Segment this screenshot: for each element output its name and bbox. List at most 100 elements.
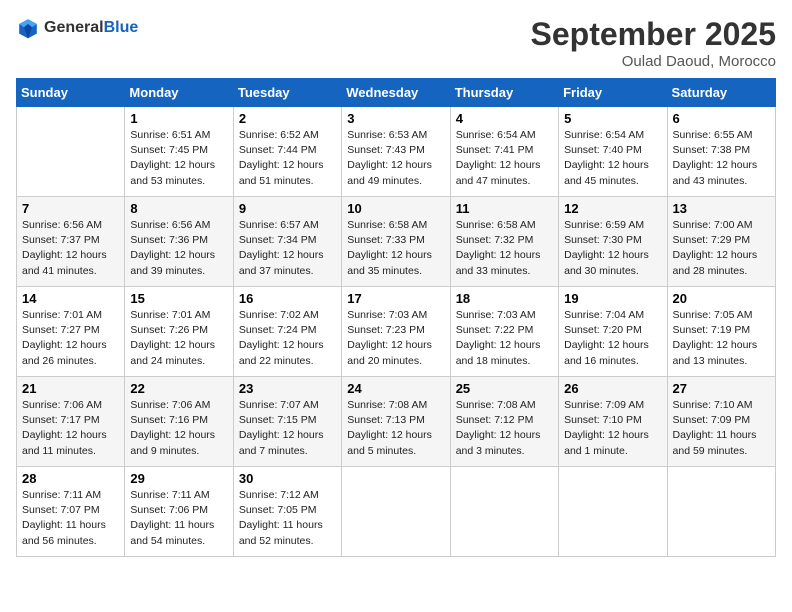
day-number: 16 — [239, 291, 336, 306]
day-number: 17 — [347, 291, 444, 306]
calendar-cell — [17, 107, 125, 197]
day-number: 4 — [456, 111, 553, 126]
day-number: 9 — [239, 201, 336, 216]
day-info: Sunrise: 7:07 AMSunset: 7:15 PMDaylight:… — [239, 398, 336, 459]
day-number: 20 — [673, 291, 770, 306]
day-info: Sunrise: 6:54 AMSunset: 7:41 PMDaylight:… — [456, 128, 553, 189]
day-number: 12 — [564, 201, 661, 216]
column-header-monday: Monday — [125, 79, 233, 107]
day-info: Sunrise: 6:58 AMSunset: 7:33 PMDaylight:… — [347, 218, 444, 279]
day-info: Sunrise: 7:11 AMSunset: 7:07 PMDaylight:… — [22, 488, 119, 549]
column-header-wednesday: Wednesday — [342, 79, 450, 107]
page-header: GeneralBlue September 2025 Oulad Daoud, … — [16, 16, 776, 70]
logo-icon — [16, 16, 40, 40]
logo-text: GeneralBlue — [44, 19, 138, 37]
day-info: Sunrise: 7:12 AMSunset: 7:05 PMDaylight:… — [239, 488, 336, 549]
day-info: Sunrise: 6:53 AMSunset: 7:43 PMDaylight:… — [347, 128, 444, 189]
day-info: Sunrise: 6:59 AMSunset: 7:30 PMDaylight:… — [564, 218, 661, 279]
calendar-cell: 24Sunrise: 7:08 AMSunset: 7:13 PMDayligh… — [342, 377, 450, 467]
day-number: 10 — [347, 201, 444, 216]
calendar-week-row: 21 Sunrise: 7:06 AMSunset: 7:17 PMDayligh… — [17, 377, 776, 467]
day-info: Sunrise: 6:51 AMSunset: 7:45 PMDaylight:… — [130, 128, 227, 189]
calendar-cell: 6Sunrise: 6:55 AMSunset: 7:38 PMDaylight… — [667, 107, 775, 197]
calendar-cell: 20 Sunrise: 7:05 AMSunset: 7:19 PMDayligh… — [667, 287, 775, 377]
calendar-week-row: 28 Sunrise: 7:11 AMSunset: 7:07 PMDayligh… — [17, 467, 776, 557]
calendar-cell: 29Sunrise: 7:11 AMSunset: 7:06 PMDayligh… — [125, 467, 233, 557]
column-header-sunday: Sunday — [17, 79, 125, 107]
calendar-cell: 3 Sunrise: 6:53 AMSunset: 7:43 PMDaylight… — [342, 107, 450, 197]
day-number: 13 — [673, 201, 770, 216]
calendar-cell: 27 Sunrise: 7:10 AMSunset: 7:09 PMDayligh… — [667, 377, 775, 467]
calendar-cell: 22 Sunrise: 7:06 AMSunset: 7:16 PMDayligh… — [125, 377, 233, 467]
day-info: Sunrise: 7:09 AMSunset: 7:10 PMDaylight:… — [564, 398, 661, 459]
day-number: 25 — [456, 381, 553, 396]
calendar-cell: 18Sunrise: 7:03 AMSunset: 7:22 PMDayligh… — [450, 287, 558, 377]
day-info: Sunrise: 6:57 AMSunset: 7:34 PMDaylight:… — [239, 218, 336, 279]
day-number: 3 — [347, 111, 444, 126]
day-info: Sunrise: 7:03 AMSunset: 7:23 PMDaylight:… — [347, 308, 444, 369]
day-number: 15 — [130, 291, 227, 306]
day-number: 28 — [22, 471, 119, 486]
day-info: Sunrise: 7:08 AMSunset: 7:13 PMDaylight:… — [347, 398, 444, 459]
calendar-cell: 30Sunrise: 7:12 AMSunset: 7:05 PMDayligh… — [233, 467, 341, 557]
calendar-cell: 13 Sunrise: 7:00 AMSunset: 7:29 PMDayligh… — [667, 197, 775, 287]
calendar-cell: 2 Sunrise: 6:52 AMSunset: 7:44 PMDaylight… — [233, 107, 341, 197]
calendar-table: SundayMondayTuesdayWednesdayThursdayFrid… — [16, 78, 776, 557]
calendar-week-row: 7Sunrise: 6:56 AMSunset: 7:37 PMDaylight… — [17, 197, 776, 287]
calendar-cell: 28 Sunrise: 7:11 AMSunset: 7:07 PMDayligh… — [17, 467, 125, 557]
day-info: Sunrise: 6:56 AMSunset: 7:36 PMDaylight:… — [130, 218, 227, 279]
column-header-tuesday: Tuesday — [233, 79, 341, 107]
calendar-header-row: SundayMondayTuesdayWednesdayThursdayFrid… — [17, 79, 776, 107]
day-number: 19 — [564, 291, 661, 306]
calendar-cell: 4 Sunrise: 6:54 AMSunset: 7:41 PMDaylight… — [450, 107, 558, 197]
day-info: Sunrise: 7:06 AMSunset: 7:16 PMDaylight:… — [130, 398, 227, 459]
day-info: Sunrise: 6:52 AMSunset: 7:44 PMDaylight:… — [239, 128, 336, 189]
day-info: Sunrise: 7:06 AMSunset: 7:17 PMDaylight:… — [22, 398, 119, 459]
day-number: 11 — [456, 201, 553, 216]
calendar-cell: 1 Sunrise: 6:51 AMSunset: 7:45 PMDaylight… — [125, 107, 233, 197]
month-title: September 2025 — [531, 16, 776, 53]
calendar-cell: 26 Sunrise: 7:09 AMSunset: 7:10 PMDayligh… — [559, 377, 667, 467]
logo-general: General — [44, 19, 104, 36]
day-number: 5 — [564, 111, 661, 126]
day-info: Sunrise: 7:11 AMSunset: 7:06 PMDaylight:… — [130, 488, 227, 549]
column-header-saturday: Saturday — [667, 79, 775, 107]
calendar-cell: 7Sunrise: 6:56 AMSunset: 7:37 PMDaylight… — [17, 197, 125, 287]
calendar-cell: 19Sunrise: 7:04 AMSunset: 7:20 PMDayligh… — [559, 287, 667, 377]
day-number: 21 — [22, 381, 119, 396]
logo-blue: Blue — [104, 19, 139, 36]
day-number: 1 — [130, 111, 227, 126]
calendar-week-row: 1 Sunrise: 6:51 AMSunset: 7:45 PMDaylight… — [17, 107, 776, 197]
calendar-cell: 14 Sunrise: 7:01 AMSunset: 7:27 PMDayligh… — [17, 287, 125, 377]
day-number: 22 — [130, 381, 227, 396]
calendar-week-row: 14 Sunrise: 7:01 AMSunset: 7:27 PMDayligh… — [17, 287, 776, 377]
day-info: Sunrise: 7:02 AMSunset: 7:24 PMDaylight:… — [239, 308, 336, 369]
day-info: Sunrise: 7:00 AMSunset: 7:29 PMDaylight:… — [673, 218, 770, 279]
day-info: Sunrise: 6:58 AMSunset: 7:32 PMDaylight:… — [456, 218, 553, 279]
calendar-cell: 16 Sunrise: 7:02 AMSunset: 7:24 PMDayligh… — [233, 287, 341, 377]
calendar-cell — [450, 467, 558, 557]
column-header-thursday: Thursday — [450, 79, 558, 107]
calendar-cell: 21 Sunrise: 7:06 AMSunset: 7:17 PMDayligh… — [17, 377, 125, 467]
day-info: Sunrise: 7:01 AMSunset: 7:27 PMDaylight:… — [22, 308, 119, 369]
calendar-cell: 5 Sunrise: 6:54 AMSunset: 7:40 PMDaylight… — [559, 107, 667, 197]
day-number: 14 — [22, 291, 119, 306]
calendar-cell: 25Sunrise: 7:08 AMSunset: 7:12 PMDayligh… — [450, 377, 558, 467]
day-info: Sunrise: 7:05 AMSunset: 7:19 PMDaylight:… — [673, 308, 770, 369]
calendar-cell: 17 Sunrise: 7:03 AMSunset: 7:23 PMDayligh… — [342, 287, 450, 377]
day-number: 26 — [564, 381, 661, 396]
day-number: 27 — [673, 381, 770, 396]
day-info: Sunrise: 6:54 AMSunset: 7:40 PMDaylight:… — [564, 128, 661, 189]
day-number: 2 — [239, 111, 336, 126]
day-number: 7 — [22, 201, 119, 216]
day-info: Sunrise: 7:10 AMSunset: 7:09 PMDaylight:… — [673, 398, 770, 459]
calendar-cell — [667, 467, 775, 557]
calendar-cell: 9 Sunrise: 6:57 AMSunset: 7:34 PMDaylight… — [233, 197, 341, 287]
column-header-friday: Friday — [559, 79, 667, 107]
location-subtitle: Oulad Daoud, Morocco — [531, 53, 776, 70]
calendar-cell: 8Sunrise: 6:56 AMSunset: 7:36 PMDaylight… — [125, 197, 233, 287]
day-info: Sunrise: 7:01 AMSunset: 7:26 PMDaylight:… — [130, 308, 227, 369]
calendar-cell — [559, 467, 667, 557]
day-number: 6 — [673, 111, 770, 126]
calendar-cell: 10 Sunrise: 6:58 AMSunset: 7:33 PMDayligh… — [342, 197, 450, 287]
